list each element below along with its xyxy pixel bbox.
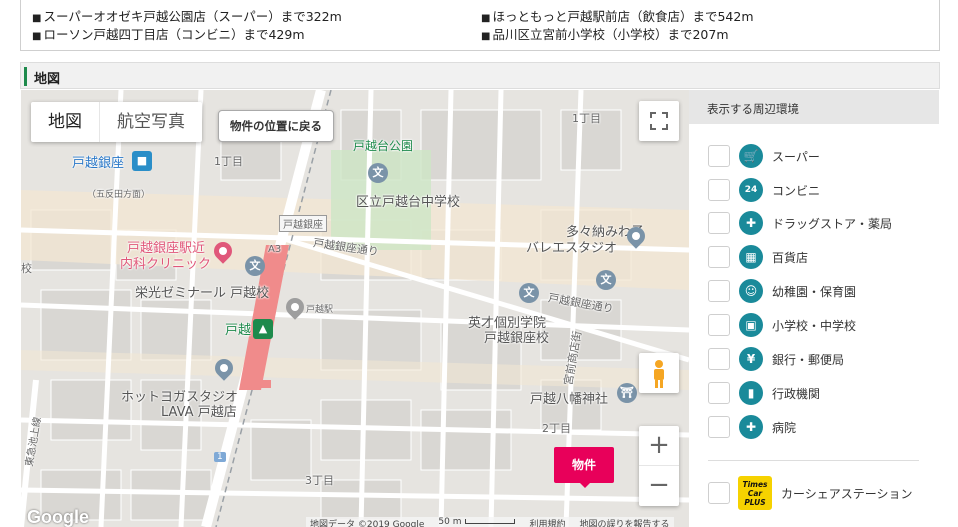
map-type-control: 地図 航空写真 xyxy=(31,102,202,142)
hospital-icon: ✚ xyxy=(739,415,763,439)
station-icon: ■ xyxy=(132,151,152,171)
env-option-supermarket[interactable]: 🛒 スーパー xyxy=(708,144,820,168)
env-label: 病院 xyxy=(772,420,797,435)
map-label: LAVA 戸越店 xyxy=(161,405,237,420)
env-label: ドラッグストア・薬局 xyxy=(772,216,893,231)
kindergarten-icon: ☺ xyxy=(739,279,763,303)
convenience-store-icon: 24 xyxy=(739,178,763,202)
map-label: 3丁目 xyxy=(305,474,334,487)
map-label: 戸越銀座校 xyxy=(484,331,550,346)
env-label: スーパー xyxy=(772,149,820,164)
property-marker[interactable]: 物件 xyxy=(554,447,614,488)
env-option-department-store[interactable]: ▦ 百貨店 xyxy=(708,245,808,269)
env-label: 行政機関 xyxy=(772,386,821,401)
street-view-button[interactable] xyxy=(639,353,679,393)
surroundings-panel: 表示する周辺環境 🛒 スーパー 24 コンビニ ✚ ドラッグストア・薬局 ▦ 百… xyxy=(689,90,939,527)
env-label: カーシェアステーション xyxy=(781,486,913,501)
env-label: 幼稚園・保育園 xyxy=(772,284,857,299)
shrine-icon: ⛩ xyxy=(617,383,637,403)
map-label: 戸越 xyxy=(225,323,252,338)
env-checkbox[interactable] xyxy=(708,246,730,268)
env-option-school[interactable]: ▣ 小学校・中学校 xyxy=(708,313,856,337)
map-label: 戸越銀座 xyxy=(279,215,327,232)
env-option-carshare[interactable]: Times Car PLUS カーシェアステーション xyxy=(708,475,913,511)
scale-label: 50 m xyxy=(438,517,462,527)
map-type-satellite-button[interactable]: 航空写真 xyxy=(99,102,202,142)
pill-icon: ✚ xyxy=(739,211,763,235)
map-label: 1丁目 xyxy=(214,155,243,168)
map-label: 区立戸越台中学校 xyxy=(356,195,461,210)
env-checkbox[interactable] xyxy=(708,145,730,167)
map-label: 戸越八幡神社 xyxy=(530,392,609,407)
map-label: 1丁目 xyxy=(572,112,601,125)
env-label: 百貨店 xyxy=(772,250,809,265)
env-checkbox[interactable] xyxy=(708,382,730,404)
map-label: 栄光ゼミナール 戸越校 xyxy=(135,286,270,301)
nearby-item: ほっともっと戸越駅前店（飲食店）まで542m xyxy=(481,6,753,25)
map-label: 内科クリニック xyxy=(120,257,212,272)
env-checkbox[interactable] xyxy=(708,212,730,234)
map-label: 戸越台公園 xyxy=(353,139,414,153)
env-checkbox[interactable] xyxy=(708,179,730,201)
env-option-bank[interactable]: ¥ 銀行・郵便局 xyxy=(708,347,844,371)
google-logo: Google xyxy=(27,507,89,527)
map-type-map-button[interactable]: 地図 xyxy=(31,102,99,142)
map-attribution: 地図データ ©2019 Google 50 m 利用規約 地図の誤りを報告する xyxy=(306,517,674,527)
env-option-government[interactable]: ▮ 行政機関 xyxy=(708,381,820,405)
panel-divider xyxy=(708,460,919,461)
env-label: 銀行・郵便局 xyxy=(772,352,845,367)
section-title: 地図 xyxy=(34,72,61,87)
surroundings-heading: 表示する周辺環境 xyxy=(689,90,939,124)
school-map-icon: 文 xyxy=(519,283,539,303)
school-icon: ▣ xyxy=(739,313,763,337)
zoom-out-button[interactable]: − xyxy=(639,466,679,506)
nearby-facilities-box: スーパーオオゼキ戸越公園店（スーパー）まで322m ほっともっと戸越駅前店（飲食… xyxy=(20,0,940,51)
nearby-item: 品川区立宮前小学校（小学校）まで207m xyxy=(481,24,728,43)
map-section-header: 地図 xyxy=(20,62,940,89)
route-shield: 1 xyxy=(214,452,226,462)
school-map-icon: 文 xyxy=(245,256,265,276)
terms-link[interactable]: 利用規約 xyxy=(529,517,565,527)
pegman-icon xyxy=(654,360,664,388)
env-checkbox[interactable] xyxy=(708,348,730,370)
fullscreen-icon xyxy=(650,112,668,130)
zoom-in-button[interactable]: + xyxy=(639,426,679,466)
school-map-icon: 文 xyxy=(368,163,388,183)
env-checkbox[interactable] xyxy=(708,482,730,504)
department-store-icon: ▦ xyxy=(739,245,763,269)
nearby-item: ローソン戸越四丁目店（コンビニ）まで429m xyxy=(32,24,304,43)
map-label: 2丁目 xyxy=(542,422,571,435)
map-label: 校 xyxy=(21,262,32,275)
zoom-control: + − xyxy=(639,426,679,506)
env-option-drugstore[interactable]: ✚ ドラッグストア・薬局 xyxy=(708,211,892,235)
scale-bar xyxy=(465,519,516,524)
times-car-plus-icon: Times Car PLUS xyxy=(738,476,772,510)
map-label: 戸越駅 xyxy=(306,305,334,315)
env-checkbox[interactable] xyxy=(708,416,730,438)
report-error-link[interactable]: 地図の誤りを報告する xyxy=(579,517,669,527)
station-icon: ▲ xyxy=(253,319,273,339)
nearby-item: スーパーオオゼキ戸越公園店（スーパー）まで322m xyxy=(32,6,341,25)
fullscreen-button[interactable] xyxy=(639,101,679,141)
env-label: 小学校・中学校 xyxy=(772,318,857,333)
env-option-convenience[interactable]: 24 コンビニ xyxy=(708,178,820,202)
school-map-icon: 文 xyxy=(596,270,616,290)
map-label: バレエスタジオ xyxy=(526,241,618,256)
env-checkbox[interactable] xyxy=(708,280,730,302)
env-checkbox[interactable] xyxy=(708,314,730,336)
map-label: A3 xyxy=(268,244,282,255)
map-canvas[interactable]: 戸越銀座 ■ 1丁目 （五反田方面） 戸越台公園 文 区立戸越台中学校 1丁目 … xyxy=(21,90,689,527)
env-option-kindergarten[interactable]: ☺ 幼稚園・保育園 xyxy=(708,279,856,303)
bank-icon: ¥ xyxy=(739,347,763,371)
back-to-property-button[interactable]: 物件の位置に戻る xyxy=(218,110,334,142)
government-icon: ▮ xyxy=(739,381,763,405)
env-option-hospital[interactable]: ✚ 病院 xyxy=(708,415,796,439)
env-label: コンビニ xyxy=(772,183,821,198)
map-data-credit: 地図データ ©2019 Google xyxy=(310,520,425,527)
scale-indicator: 50 m xyxy=(438,517,516,527)
section-accent-bar xyxy=(24,67,27,86)
cart-icon: 🛒 xyxy=(739,144,763,168)
map-label: （五反田方面） xyxy=(87,190,151,200)
map-label: 戸越銀座 xyxy=(72,156,125,171)
